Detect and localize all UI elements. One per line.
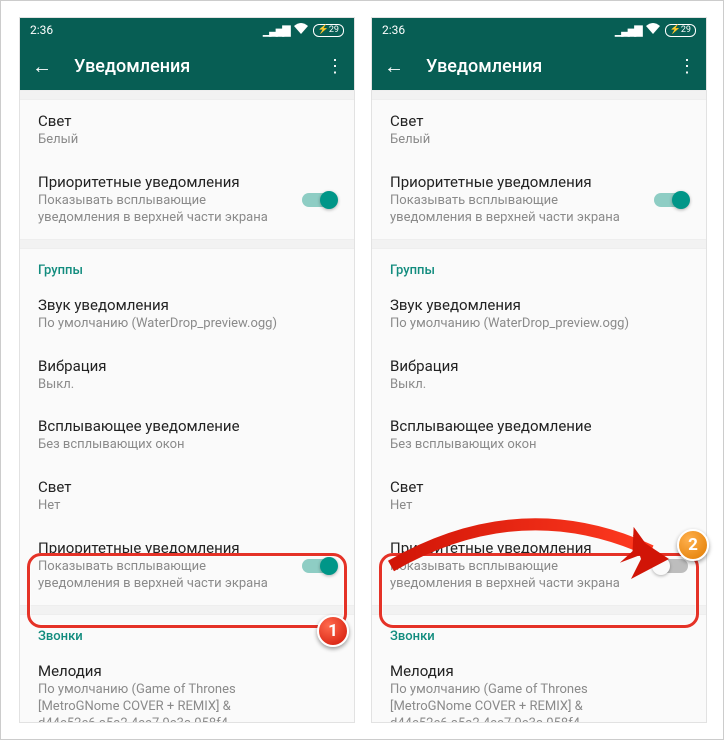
priority-toggle-on[interactable] <box>654 193 688 207</box>
phone-screenshot-right: 2:36 ▁▃▅▇ ⚡29 ← Уведомления ⋮ Свет Белый <box>371 17 707 723</box>
back-arrow-icon[interactable]: ← <box>384 54 408 79</box>
signal-icon: ▁▃▅▇ <box>615 24 641 37</box>
battery-icon: ⚡29 <box>665 24 696 37</box>
priority-toggle-on[interactable] <box>302 193 336 207</box>
status-time: 2:36 <box>30 23 53 37</box>
setting-group-priority[interactable]: Приоритетные уведомления Показывать вспл… <box>20 527 354 605</box>
setting-priority-top[interactable]: Приоритетные уведомления Показывать вспл… <box>20 161 354 239</box>
more-icon[interactable]: ⋮ <box>678 56 694 77</box>
appbar-title: Уведомления <box>426 56 678 77</box>
setting-group-priority[interactable]: Приоритетные уведомления Показывать вспл… <box>372 527 706 605</box>
setting-group-light[interactable]: Свет Нет <box>372 466 706 527</box>
status-time: 2:36 <box>382 23 405 37</box>
setting-calls-melody[interactable]: Мелодия По умолчанию (Game of Thrones [M… <box>372 650 706 723</box>
more-icon[interactable]: ⋮ <box>326 56 342 77</box>
phone-screenshot-left: 2:36 ▁▃▅▇ ⚡29 ← Уведомления ⋮ Свет Белый <box>19 17 355 723</box>
setting-group-vibration[interactable]: Вибрация Выкл. <box>372 345 706 406</box>
annotation-marker-2: 2 <box>677 529 709 561</box>
signal-icon: ▁▃▅▇ <box>263 24 289 37</box>
status-bar: 2:36 ▁▃▅▇ ⚡29 <box>372 18 706 42</box>
section-calls: Звонки <box>372 615 706 650</box>
appbar-title: Уведомления <box>74 56 326 77</box>
setting-light[interactable]: Свет Белый <box>372 100 706 161</box>
setting-group-popup[interactable]: Всплывающее уведомление Без всплывающих … <box>20 405 354 466</box>
section-groups: Группы <box>20 249 354 284</box>
setting-calls-melody[interactable]: Мелодия По умолчанию (Game of Thrones [M… <box>20 650 354 723</box>
wifi-icon <box>294 23 308 37</box>
section-groups: Группы <box>372 249 706 284</box>
app-bar: ← Уведомления ⋮ <box>20 42 354 90</box>
setting-priority-top[interactable]: Приоритетные уведомления Показывать вспл… <box>372 161 706 239</box>
setting-group-light[interactable]: Свет Нет <box>20 466 354 527</box>
app-bar: ← Уведомления ⋮ <box>372 42 706 90</box>
annotation-marker-1: 1 <box>317 615 349 647</box>
setting-group-popup[interactable]: Всплывающее уведомление Без всплывающих … <box>372 405 706 466</box>
setting-group-vibration[interactable]: Вибрация Выкл. <box>20 345 354 406</box>
battery-icon: ⚡29 <box>313 24 344 37</box>
group-priority-toggle-on[interactable] <box>302 559 336 573</box>
back-arrow-icon[interactable]: ← <box>32 54 56 79</box>
setting-group-sound[interactable]: Звук уведомления По умолчанию (WaterDrop… <box>372 284 706 345</box>
group-priority-toggle-off[interactable] <box>654 559 688 573</box>
wifi-icon <box>646 23 660 37</box>
setting-group-sound[interactable]: Звук уведомления По умолчанию (WaterDrop… <box>20 284 354 345</box>
setting-light[interactable]: Свет Белый <box>20 100 354 161</box>
section-calls: Звонки <box>20 615 354 650</box>
status-bar: 2:36 ▁▃▅▇ ⚡29 <box>20 18 354 42</box>
